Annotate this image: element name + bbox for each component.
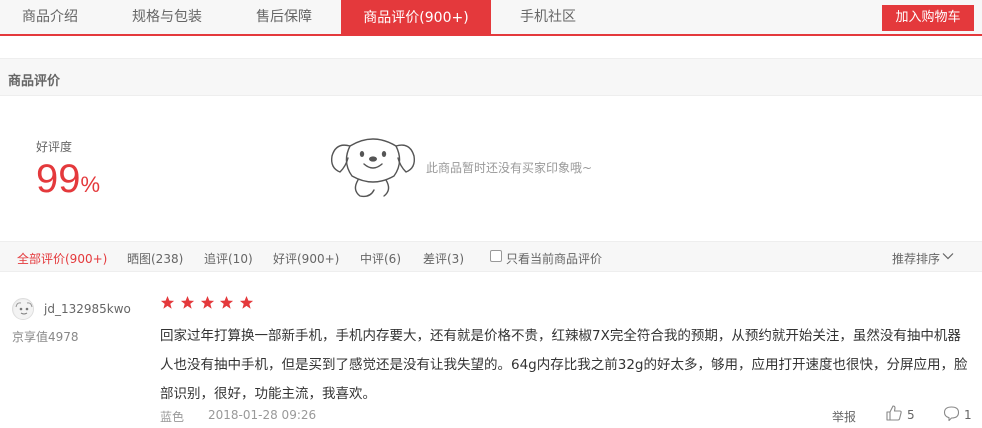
- tab-bar: 商品介绍 规格与包装 售后保障 商品评价(900+) 手机社区 加入购物车: [0, 0, 982, 36]
- mascot-dog-icon: [330, 138, 416, 198]
- review-username[interactable]: jd_132985kwo: [44, 302, 131, 316]
- star-icon: [220, 295, 234, 309]
- rating-unit: %: [80, 172, 101, 197]
- tab-spec-packaging[interactable]: 规格与包装: [110, 0, 224, 34]
- no-impression-text: 此商品暂时还没有买家印象哦~: [426, 161, 593, 175]
- filter-negative[interactable]: 差评(3): [423, 250, 464, 267]
- filter-neutral[interactable]: 中评(6): [360, 250, 401, 267]
- section-title: 商品评价: [8, 74, 61, 89]
- filter-follow-up[interactable]: 追评(10): [204, 250, 253, 267]
- tab-phone-community[interactable]: 手机社区: [498, 0, 598, 34]
- sort-dropdown[interactable]: 推荐排序: [892, 250, 940, 267]
- review-star-rating: [160, 295, 255, 311]
- review-filter-bar: 全部评价(900+) 晒图(238) 追评(10) 好评(900+) 中评(6)…: [0, 241, 982, 272]
- reply-count: 1: [964, 408, 972, 422]
- tab-product-intro[interactable]: 商品介绍: [0, 0, 100, 34]
- star-icon: [160, 295, 175, 309]
- filter-photos[interactable]: 晒图(238): [127, 250, 183, 267]
- rating-value: 99%: [36, 156, 100, 208]
- star-icon: [200, 295, 214, 309]
- user-avatar-icon: [14, 300, 33, 319]
- review-text: 回家过年打算换一部新手机，手机内存要大，还有就是价格不贵，红辣椒7X完全符合我的…: [160, 328, 968, 402]
- filter-positive[interactable]: 好评(900+): [273, 250, 339, 267]
- section-header: 商品评价: [0, 58, 982, 96]
- review-date: 2018-01-28 09:26: [208, 408, 317, 422]
- review-user-level: 京享值4978: [12, 330, 79, 344]
- chevron-down-icon[interactable]: [942, 250, 954, 262]
- rating-label: 好评度: [36, 140, 73, 154]
- report-link[interactable]: 举报: [832, 408, 856, 425]
- rating-number: 99: [36, 157, 81, 201]
- add-to-cart-button[interactable]: 加入购物车: [882, 5, 974, 31]
- tab-after-sales[interactable]: 售后保障: [232, 0, 336, 34]
- tab-product-reviews[interactable]: 商品评价(900+): [341, 0, 491, 36]
- current-product-only-label: 只看当前商品评价: [506, 252, 603, 266]
- thumbs-up-icon[interactable]: [885, 404, 903, 422]
- review-product-color: 蓝色: [160, 410, 185, 424]
- star-icon: [180, 295, 194, 309]
- filter-all[interactable]: 全部评价(900+): [17, 250, 107, 267]
- avatar: [12, 298, 34, 320]
- current-product-only-checkbox[interactable]: [490, 250, 502, 262]
- like-count: 5: [907, 408, 915, 422]
- star-icon: [240, 295, 254, 309]
- comment-icon[interactable]: [943, 405, 960, 422]
